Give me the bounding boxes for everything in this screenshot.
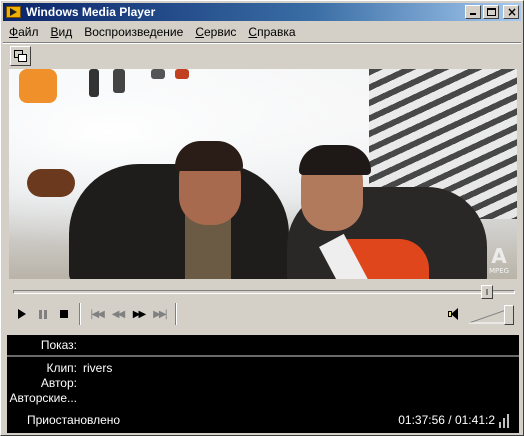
close-button[interactable]: × <box>503 5 519 19</box>
rewind-button[interactable]: ◀◀ <box>107 304 128 325</box>
play-button[interactable] <box>11 304 32 325</box>
seek-bar[interactable] <box>13 290 515 294</box>
rewind-icon: ◀◀ <box>111 308 125 320</box>
skip-forward-icon: ▶▶| <box>153 308 168 320</box>
transport-controls: |◀◀ ◀◀ ▶▶ ▶▶| <box>11 303 182 325</box>
playback-status: Приостановлено <box>27 413 121 427</box>
menu-file[interactable]: Файл <box>3 23 45 42</box>
stop-icon <box>59 310 68 318</box>
maximize-button[interactable] <box>483 5 499 19</box>
maximize-icon <box>487 8 496 16</box>
minimize-icon <box>470 13 476 15</box>
menu-help[interactable]: Справка <box>242 23 301 42</box>
background-person <box>19 69 57 103</box>
network-activity-icon <box>499 412 513 428</box>
show-label: Показ: <box>40 338 77 352</box>
menu-separator <box>3 42 521 44</box>
menu-play[interactable]: Воспроизведение <box>78 23 189 42</box>
menu-tools[interactable]: Сервис <box>189 23 242 42</box>
window-title: Windows Media Player <box>26 5 156 19</box>
seek-thumb[interactable] <box>481 285 493 299</box>
compact-mode-button[interactable] <box>10 46 31 66</box>
skip-back-icon: |◀◀ <box>90 308 105 320</box>
clip-value: rivers <box>83 361 113 375</box>
skip-back-button[interactable]: |◀◀ <box>86 304 107 325</box>
play-icon <box>17 309 26 319</box>
author-label: Автор: <box>40 376 77 390</box>
time-readout[interactable]: 01:37:56 / 01:41:2 <box>398 413 495 427</box>
status-bar: Приостановлено 01:37:56 / 01:41:2 <box>7 407 519 433</box>
pause-button[interactable] <box>32 304 53 325</box>
close-icon: × <box>507 5 518 19</box>
minimize-button[interactable] <box>465 5 481 19</box>
menu-bar: Файл Вид Воспроизведение Сервис Справка <box>3 23 302 42</box>
clip-label: Клип: <box>46 361 77 375</box>
video-display[interactable]: A MPEG <box>9 69 517 279</box>
pause-icon <box>38 309 47 319</box>
background-dog <box>27 169 75 197</box>
speaker-icon <box>451 308 458 320</box>
volume-thumb[interactable] <box>504 305 514 325</box>
skip-forward-button[interactable]: ▶▶| <box>149 304 170 325</box>
title-bar[interactable]: Windows Media Player × <box>3 3 521 21</box>
stop-button[interactable] <box>53 304 74 325</box>
copyright-label: Авторские... <box>9 391 77 405</box>
mpeg-logo: A MPEG <box>488 244 510 275</box>
menu-view[interactable]: Вид <box>45 23 79 42</box>
media-player-app-icon[interactable] <box>6 5 22 19</box>
media-player-window: Windows Media Player × Файл Вид Воспроиз… <box>0 0 524 436</box>
fast-forward-button[interactable]: ▶▶ <box>128 304 149 325</box>
clip-info-panel: Показ: Клип: rivers Автор: Авторские... <box>7 335 519 407</box>
fast-forward-icon: ▶▶ <box>132 308 146 320</box>
mute-button[interactable] <box>447 307 463 321</box>
